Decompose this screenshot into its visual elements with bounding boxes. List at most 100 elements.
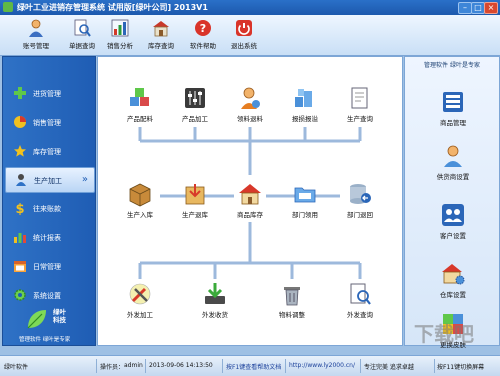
database-arrow-icon — [350, 184, 371, 204]
close-button[interactable]: × — [484, 2, 498, 14]
panel-item-label: 商品管理 — [440, 119, 466, 127]
node-product-inventory[interactable]: 商品库存 — [222, 181, 278, 221]
sales-analysis-button[interactable]: 销售分析 — [100, 17, 140, 53]
worker-icon — [241, 87, 260, 109]
user-account-icon — [29, 19, 43, 37]
maximize-button[interactable]: □ — [471, 2, 485, 14]
status-operator-label: 操作员： — [100, 364, 125, 371]
status-separator — [360, 359, 361, 373]
dollar-icon: $ — [15, 202, 24, 215]
status-operator: admin — [124, 362, 143, 369]
leaf-logo-icon — [27, 310, 46, 329]
node-production-return[interactable]: 生产退库 — [167, 181, 223, 221]
toolbar-label: 库存查询 — [148, 42, 174, 50]
supplier-icon — [444, 145, 462, 167]
panel-item-label: 仓库设置 — [440, 291, 466, 299]
bar-chart-icon — [14, 233, 26, 243]
quick-access-panel: 管理软件 绿叶是专家 商品管理 供货商设置 客户设置 仓库设置 更换皮肤 — [404, 56, 500, 349]
toolbar-label: 单据查询 — [69, 42, 95, 50]
node-label: 部门领用 — [292, 211, 318, 219]
node-production-query[interactable]: 生产查询 — [332, 85, 388, 125]
toolbar-label: 销售分析 — [107, 42, 133, 50]
brand-slogan: 管理软件 绿叶是专家 — [19, 337, 71, 343]
node-department-requisition[interactable]: 部门领用 — [277, 181, 333, 221]
warehouse-settings-icon — [442, 264, 465, 285]
module-sidebar: 进货管理 销售管理 库存管理 生产加工 » $ 往来账款 统计报表 日常管理 系… — [2, 56, 96, 346]
status-separator — [222, 359, 223, 373]
document-query-button[interactable]: 单据查询 — [62, 17, 102, 53]
supplier-settings-button[interactable]: 供货商设置 — [425, 143, 481, 183]
node-production-inbound[interactable]: 生产入库 — [112, 181, 168, 221]
search-document-icon — [74, 19, 91, 37]
node-label: 报损报溢 — [292, 115, 318, 123]
account-management-button[interactable]: 账号管理 — [16, 17, 56, 53]
node-product-processing[interactable]: 产品加工 — [167, 85, 223, 125]
box-icon — [129, 183, 151, 207]
status-software: 绿叶软件 — [4, 364, 29, 371]
node-label: 外发加工 — [127, 311, 153, 319]
window-title: 绿叶工业进销存管理系统 试用版[绿叶公司] 2013V1 — [17, 3, 208, 12]
sidebar-item-daily[interactable]: 日常管理 — [5, 254, 93, 278]
inventory-query-button[interactable]: 库存查询 — [141, 17, 181, 53]
warehouse-settings-button[interactable]: 仓库设置 — [425, 261, 481, 301]
node-outsourced-query[interactable]: 外发查询 — [332, 281, 388, 321]
minimize-button[interactable]: – — [458, 2, 472, 14]
sidebar-item-sales[interactable]: 销售管理 — [5, 110, 93, 134]
status-website-link[interactable]: http://www.ly2000.cn/ — [289, 362, 355, 369]
node-label: 生产查询 — [347, 115, 373, 123]
panel-title: 管理软件 绿叶是专家 — [424, 62, 480, 69]
node-label: 生产退库 — [182, 211, 208, 219]
trash-can-icon — [284, 287, 300, 306]
warehouse-icon — [153, 21, 169, 37]
brand-name: 绿叶 科技 — [53, 308, 66, 324]
app-leaf-icon — [3, 2, 13, 12]
node-material-issue-return[interactable]: 领料退料 — [222, 85, 278, 125]
node-material-adjustment[interactable]: 物料调整 — [264, 281, 320, 321]
panel-item-label: 供货商设置 — [436, 173, 470, 181]
box-down-arrow-icon — [185, 184, 205, 205]
sidebar-item-accounts[interactable]: $ 往来账款 — [5, 196, 93, 220]
exit-system-button[interactable]: 退出系统 — [224, 17, 264, 53]
workflow-panel: 产品配料 产品加工 领料退料 报损报溢 生产查询 生产入库 生产退库 商品库存 … — [97, 56, 403, 346]
sidebar-item-label: 系统设置 — [33, 292, 61, 300]
sidebar-item-label: 日常管理 — [33, 263, 61, 271]
status-separator — [145, 359, 146, 373]
software-help-button[interactable]: ? 软件帮助 — [183, 17, 223, 53]
document-search-icon — [350, 283, 371, 305]
sidebar-item-purchase[interactable]: 进货管理 — [5, 81, 93, 105]
sidebar-item-reports[interactable]: 统计报表 — [5, 225, 93, 249]
sidebar-item-label: 进货管理 — [33, 90, 61, 98]
house-icon — [239, 184, 261, 205]
product-management-button[interactable]: 商品管理 — [425, 89, 481, 129]
title-bar: 绿叶工业进销存管理系统 试用版[绿叶公司] 2013V1 – □ × — [0, 0, 500, 15]
stacked-boxes-icon — [295, 89, 312, 107]
tools-icon — [129, 283, 151, 305]
node-department-return[interactable]: 部门退回 — [332, 181, 388, 221]
node-label: 产品配料 — [127, 115, 153, 123]
node-damage-overflow[interactable]: 报损报溢 — [277, 85, 333, 125]
status-separator — [434, 359, 435, 373]
status-separator — [285, 359, 286, 373]
node-label: 外发查询 — [347, 311, 373, 319]
document-icon — [351, 87, 368, 109]
exit-icon — [236, 20, 252, 36]
customer-settings-button[interactable]: 客户设置 — [425, 202, 481, 242]
gear-icon — [14, 289, 26, 301]
mixer-panel-icon — [185, 88, 205, 108]
sidebar-item-settings[interactable]: 系统设置 — [5, 283, 93, 307]
sidebar-item-label: 往来账款 — [33, 205, 61, 213]
status-motto: 专注完美 追求卓越 — [364, 364, 414, 371]
sidebar-item-production[interactable]: 生产加工 » — [5, 167, 95, 193]
star-icon — [14, 145, 26, 157]
node-product-ingredients[interactable]: 产品配料 — [112, 85, 168, 125]
node-label: 部门退回 — [347, 211, 373, 219]
node-outsourced-receiving[interactable]: 外发收货 — [187, 281, 243, 321]
node-outsourced-processing[interactable]: 外发加工 — [112, 281, 168, 321]
status-help-tip: 按F1键查看帮助文档 — [226, 364, 282, 371]
status-bar: 绿叶软件 操作员： admin 2013-09-06 14:13:50 按F1键… — [0, 355, 500, 376]
node-label: 外发收货 — [202, 311, 228, 319]
node-label: 商品库存 — [237, 211, 263, 219]
sidebar-item-inventory[interactable]: 库存管理 — [5, 139, 93, 163]
main-toolbar: 账号管理 单据查询 销售分析 库存查询 ? 软件帮助 退出系统 — [0, 15, 500, 56]
sidebar-item-label: 库存管理 — [33, 148, 61, 156]
